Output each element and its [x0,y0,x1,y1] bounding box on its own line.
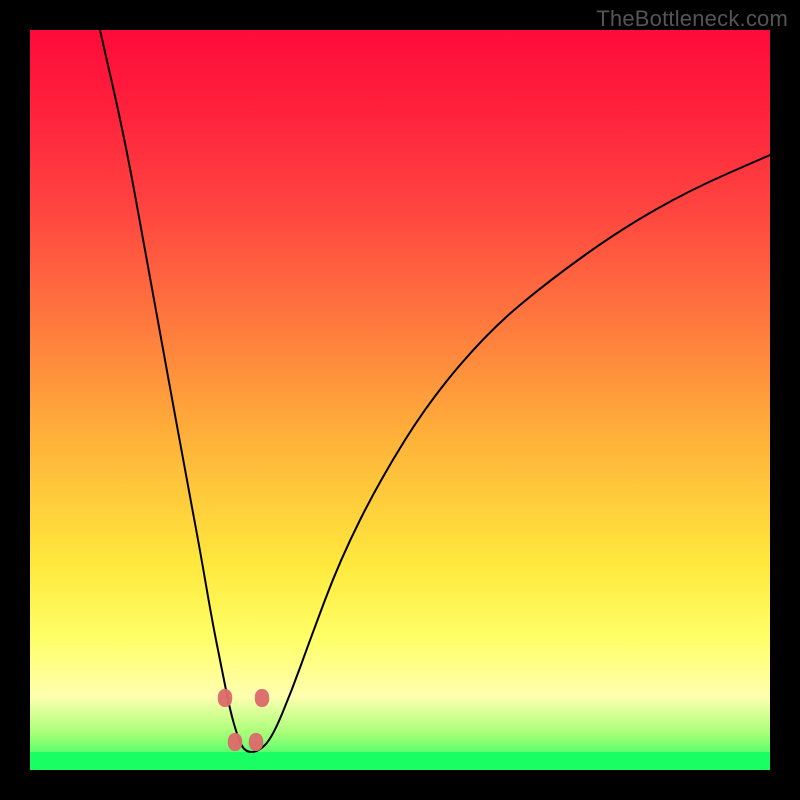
curve-markers [218,689,269,751]
curve-marker [249,733,263,751]
curve-marker [255,689,269,707]
bottleneck-curve [100,30,770,752]
plot-area [30,30,770,770]
chart-frame: TheBottleneck.com [0,0,800,800]
curve-layer [30,30,770,770]
curve-marker [228,733,242,751]
curve-marker [218,689,232,707]
watermark-text: TheBottleneck.com [596,6,788,32]
